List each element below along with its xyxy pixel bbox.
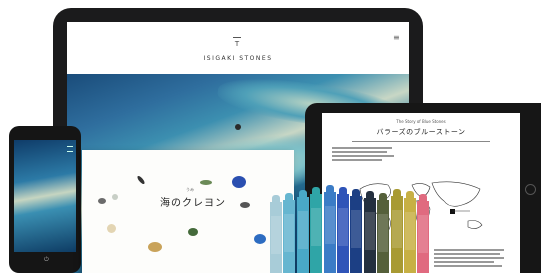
crayon	[390, 189, 403, 273]
crayon-stone	[148, 242, 162, 252]
site-title: ISIGAKI STONES	[203, 55, 273, 62]
text-line	[332, 147, 392, 149]
crayon	[363, 191, 376, 273]
crayon-label	[324, 206, 335, 244]
crayon-body	[310, 194, 323, 273]
crayon-body	[363, 198, 376, 273]
text-line	[434, 257, 504, 259]
crayon-stone	[232, 176, 246, 188]
crayon	[417, 194, 430, 273]
crayon-label	[284, 214, 295, 252]
home-button-icon[interactable]	[525, 184, 536, 195]
crayon-set	[270, 182, 435, 273]
crayon-body	[377, 200, 390, 273]
crayon-body	[337, 194, 349, 273]
crayon-label	[378, 214, 389, 252]
crayon-stone	[107, 224, 116, 233]
crayon-body	[350, 196, 363, 273]
hamburger-menu-icon[interactable]	[67, 146, 73, 152]
crayon-label	[311, 208, 322, 246]
crayon-stone	[136, 174, 146, 186]
power-icon[interactable]: ⏻	[44, 256, 49, 263]
divider	[352, 141, 490, 142]
crayon-label	[271, 216, 281, 254]
text-line	[434, 253, 500, 255]
text-line	[332, 151, 387, 153]
article-title: バラーズのブルーストーン	[376, 128, 466, 136]
crayon	[310, 187, 323, 273]
crayon-body	[296, 197, 309, 273]
crayon-body	[270, 202, 282, 273]
crayon	[270, 195, 282, 273]
crayon-body	[283, 200, 296, 273]
crayon-label	[391, 210, 402, 248]
crayon-label	[297, 211, 308, 249]
text-line	[434, 249, 504, 251]
crayon-body	[390, 196, 403, 273]
text-line	[332, 155, 394, 157]
text-line	[434, 265, 502, 267]
crayon	[323, 185, 336, 273]
crayon	[377, 193, 390, 273]
text-line	[332, 159, 382, 161]
crayon-stone	[200, 180, 212, 185]
crayon-stone	[188, 228, 198, 236]
text-line	[434, 261, 494, 263]
crayon-label	[418, 215, 429, 253]
tablet-camera	[235, 124, 241, 130]
crayon-book: うみ 海のクレヨン	[82, 150, 294, 273]
crayon	[350, 189, 363, 273]
crayon-stone	[254, 234, 266, 244]
crayon-body	[417, 201, 430, 273]
crayon	[404, 191, 416, 273]
crayon-label	[351, 210, 362, 248]
book-title: 海のクレヨン	[160, 198, 226, 209]
crayon-label	[364, 212, 375, 250]
crayon	[296, 190, 309, 273]
crayon-stone	[240, 202, 250, 208]
crayon-body	[404, 198, 416, 273]
article-kicker: The Story of Blue Stones	[396, 119, 446, 124]
crayon-stone	[98, 198, 106, 204]
site-logo[interactable]: T	[228, 37, 246, 48]
hamburger-menu-icon[interactable]: ≡	[393, 34, 400, 42]
book-ruby: うみ	[186, 187, 194, 192]
crayon-body	[323, 192, 336, 273]
crayon	[337, 187, 349, 273]
crayon-label	[405, 212, 415, 250]
crayon-label	[338, 208, 348, 246]
crayon	[283, 193, 296, 273]
phone-screen	[14, 140, 76, 252]
crayon-stone	[112, 194, 118, 200]
